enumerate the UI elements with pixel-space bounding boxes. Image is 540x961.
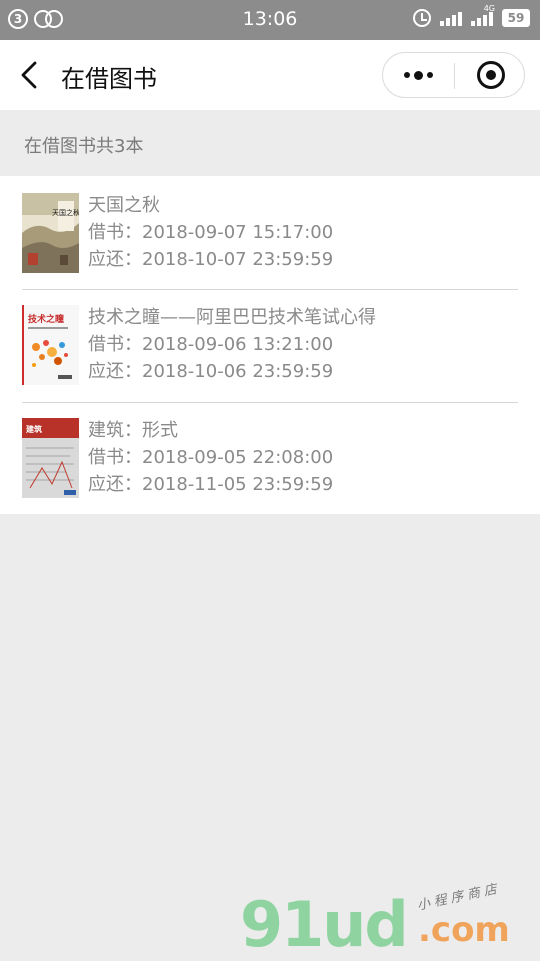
watermark-tagline: 小程序商店 — [415, 881, 503, 914]
signal-icon — [440, 10, 462, 26]
due-date: 2018-11-05 23:59:59 — [142, 474, 334, 495]
list-item[interactable]: 技术之瞳 技术之瞳——阿里巴巴技术笔试心得 借书：2018-09-06 13:2… — [0, 290, 540, 402]
network-type-label: 4G — [483, 4, 495, 13]
due-label: 应还： — [88, 249, 142, 270]
more-options-icon[interactable] — [383, 53, 454, 97]
cover-title-text: 建筑 — [25, 424, 42, 434]
cover-title-text: 天国之秋 — [52, 208, 79, 217]
borrow-label: 借书： — [88, 334, 142, 355]
page-title: 在借图书 — [61, 65, 157, 93]
book-title: 技术之瞳——阿里巴巴技术笔试心得 — [88, 307, 376, 328]
due-label: 应还： — [88, 361, 142, 382]
book-title: 天国之秋 — [88, 195, 160, 216]
borrow-label: 借书： — [88, 447, 142, 468]
book-info: 建筑：形式 借书：2018-09-05 22:08:00 应还：2018-11-… — [88, 417, 333, 498]
borrowed-count-summary: 在借图书共3本 — [24, 136, 144, 157]
back-arrow-icon[interactable] — [16, 60, 46, 90]
borrow-date-row: 借书：2018-09-07 15:17:00 — [88, 219, 333, 246]
signal-4g-icon: 4G — [471, 4, 495, 26]
due-date-row: 应还：2018-11-05 23:59:59 — [88, 471, 333, 498]
due-date-row: 应还：2018-10-06 23:59:59 — [88, 358, 376, 385]
list-item[interactable]: 天国之秋 天国之秋 借书：2018-09-07 15:17:00 应还：2018… — [0, 176, 540, 288]
book-cover-image: 建筑 — [22, 418, 79, 498]
watermark-domain: .com — [418, 910, 510, 950]
watermark-brand: 91ud — [240, 888, 409, 961]
borrow-date: 2018-09-05 22:08:00 — [142, 447, 334, 468]
borrow-date-row: 借书：2018-09-06 13:21:00 — [88, 331, 376, 358]
book-cover-image: 天国之秋 — [22, 193, 79, 273]
book-title: 建筑：形式 — [88, 420, 178, 441]
book-info: 天国之秋 借书：2018-09-07 15:17:00 应还：2018-10-0… — [88, 192, 333, 273]
book-info: 技术之瞳——阿里巴巴技术笔试心得 借书：2018-09-06 13:21:00 … — [88, 304, 376, 385]
due-date: 2018-10-06 23:59:59 — [142, 361, 334, 382]
borrow-date: 2018-09-07 15:17:00 — [142, 222, 334, 243]
close-miniprogram-icon[interactable] — [477, 61, 505, 89]
menu-capsule — [382, 52, 525, 98]
borrow-date: 2018-09-06 13:21:00 — [142, 334, 334, 355]
book-list: 天国之秋 天国之秋 借书：2018-09-07 15:17:00 应还：2018… — [0, 176, 540, 514]
capsule-divider — [454, 63, 455, 89]
battery-icon: 59 — [502, 9, 530, 27]
watermark-logo: 91ud .com 小程序商店 — [240, 880, 540, 961]
nav-bar: 在借图书 — [0, 40, 540, 110]
borrow-label: 借书： — [88, 222, 142, 243]
borrow-date-row: 借书：2018-09-05 22:08:00 — [88, 444, 333, 471]
status-bar: 3 13:06 4G 59 — [0, 0, 540, 40]
due-label: 应还： — [88, 474, 142, 495]
alarm-icon — [413, 9, 431, 27]
book-cover-image: 技术之瞳 — [22, 305, 79, 385]
due-date: 2018-10-07 23:59:59 — [142, 249, 334, 270]
list-item[interactable]: 建筑 建筑：形式 借书：2018-09-05 22:08:00 应还：2018-… — [0, 403, 540, 515]
due-date-row: 应还：2018-10-07 23:59:59 — [88, 246, 333, 273]
cover-title-text: 技术之瞳 — [28, 313, 64, 325]
